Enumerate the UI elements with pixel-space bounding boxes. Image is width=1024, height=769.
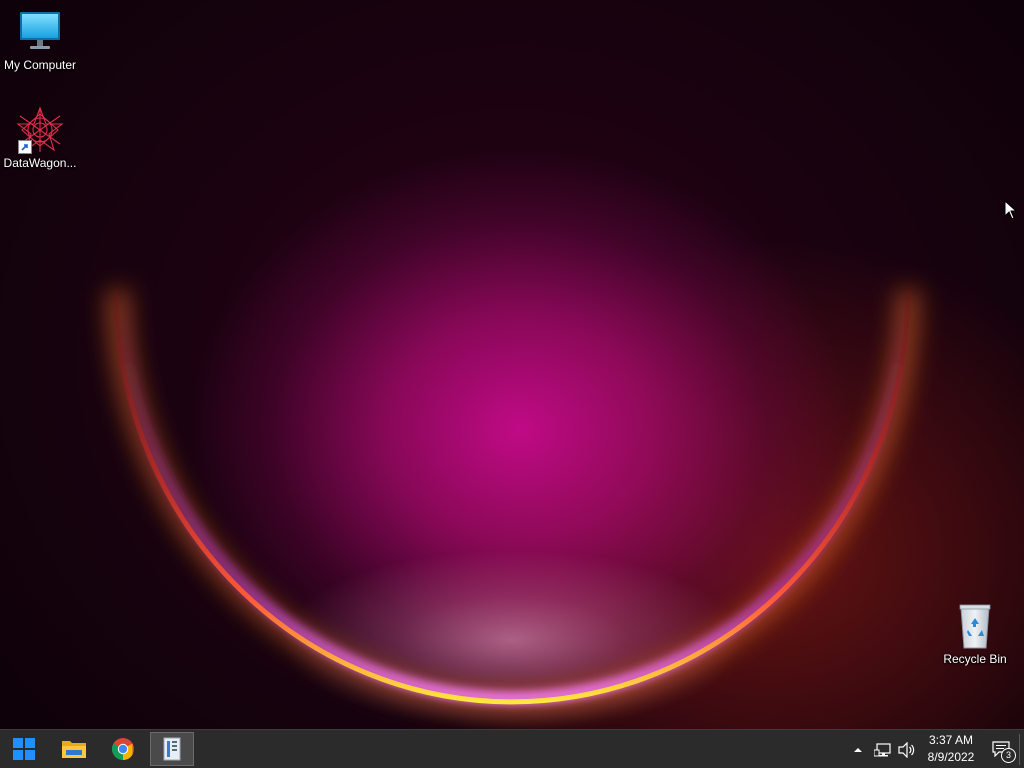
notification-count-badge: 3 xyxy=(1001,747,1016,763)
volume-button[interactable] xyxy=(896,730,918,769)
chevron-up-icon xyxy=(854,747,862,752)
network-status-button[interactable] xyxy=(872,730,894,769)
notification-center-button[interactable]: 3 xyxy=(988,730,1016,769)
recycle-bin-label: Recycle Bin xyxy=(943,652,1007,666)
file-explorer-button[interactable] xyxy=(52,732,96,766)
my-computer-label: My Computer xyxy=(3,58,77,72)
taskbar: 3:37 AM 8/9/2022 3 xyxy=(0,729,1024,768)
network-icon xyxy=(874,742,891,756)
monitor-icon xyxy=(16,8,64,56)
datawagon-shortcut-icon[interactable]: DataWagon... xyxy=(0,106,80,170)
folder-icon xyxy=(62,741,86,758)
chrome-icon xyxy=(112,738,134,760)
trash-bin-icon xyxy=(951,602,999,650)
speaker-icon xyxy=(898,741,915,758)
mouse-cursor-icon xyxy=(1004,199,1018,224)
start-button[interactable] xyxy=(2,732,46,766)
server-icon xyxy=(163,737,181,761)
datawagon-label: DataWagon... xyxy=(3,156,77,170)
show-hidden-icons-button[interactable] xyxy=(850,730,866,769)
desktop-background: My Computer DataWagon... Recycle Bin xyxy=(0,0,1024,729)
shortcut-arrow-icon xyxy=(18,140,32,154)
windows-logo-icon xyxy=(13,738,35,760)
recycle-bin-icon[interactable]: Recycle Bin xyxy=(935,602,1015,666)
chrome-button[interactable] xyxy=(101,732,145,766)
datawagon-logo-icon xyxy=(16,106,64,154)
clock-button[interactable]: 3:37 AM 8/9/2022 xyxy=(920,732,982,766)
server-manager-button[interactable] xyxy=(150,732,194,766)
show-desktop-button[interactable] xyxy=(1019,734,1020,765)
clock-date: 8/9/2022 xyxy=(927,750,975,764)
my-computer-icon[interactable]: My Computer xyxy=(0,8,80,72)
clock-time: 3:37 AM xyxy=(928,733,974,747)
wallpaper-arc xyxy=(107,289,919,713)
